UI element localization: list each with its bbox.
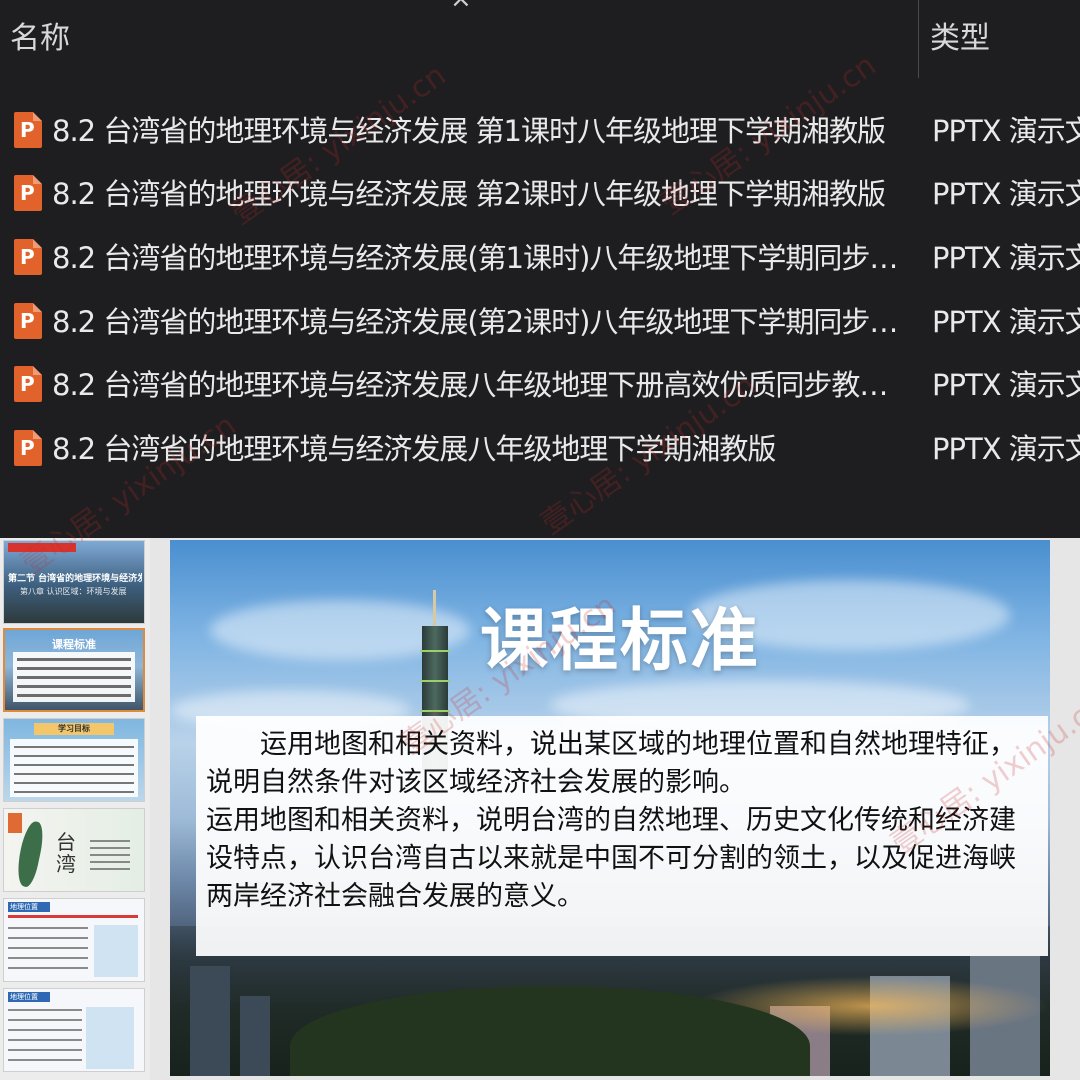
thumbnail-highlight [8,915,138,918]
pptx-file-icon: P [14,366,42,402]
file-type: PPTX 演示文稿 [932,305,1080,339]
presentation-editor: 第二节 台湾省的地理环境与经济发展 ① 第八章 认识区域：环境与发展 课程标准 … [0,538,1080,1080]
thumbnail-title: 第二节 台湾省的地理环境与经济发展 ① [8,574,142,584]
pptx-file-icon: P [14,303,42,339]
thumbnail-tag [8,543,76,552]
thumbnail-title: 课程标准 [52,638,96,651]
file-type: PPTX 演示文稿 [932,368,1080,402]
file-row[interactable]: P 8.2 台湾省的地理环境与经济发展八年级地理下册高效优质同步教学课件（湘教版… [0,358,1080,412]
file-type: PPTX 演示文稿 [932,432,1080,466]
column-header-name[interactable]: 名称 [10,14,70,64]
thumbnail-title: 地理位置 [8,992,50,1002]
file-name: 8.2 台湾省的地理环境与经济发展八年级地理下学期湘教版 [52,432,776,466]
slide-thumbnail-5[interactable]: 地理位置 [3,898,145,982]
thumbnail-text-block [90,835,130,870]
file-name: 8.2 台湾省的地理环境与经济发展(第2课时)八年级地理下学期同步巩固与新知教学… [52,305,902,339]
file-type: PPTX 演示文稿 [932,241,1080,275]
pptx-file-icon: P [14,175,42,211]
file-row[interactable]: P 8.2 台湾省的地理环境与经济发展(第2课时)八年级地理下学期同步巩固与新知… [0,295,1080,349]
pptx-file-icon: P [14,112,42,148]
slide-thumbnail-panel[interactable]: 第二节 台湾省的地理环境与经济发展 ① 第八章 认识区域：环境与发展 课程标准 … [0,538,150,1080]
thumbnail-title: 地理位置 [8,902,50,912]
thumbnail-text-block [10,739,138,797]
file-row[interactable]: P 8.2 台湾省的地理环境与经济发展 第2课时八年级地理下学期湘教版 PPTX… [0,167,1080,221]
slide-paragraph: 运用地图和相关资料，说出某区域的地理位置和自然地理特征，说明自然条件对该区域经济… [206,729,1016,798]
file-type: PPTX 演示文稿 [932,177,1080,211]
file-list-panel: × 名称 类型 P 8.2 台湾省的地理环境与经济发展 第1课时八年级地理下学期… [0,0,1080,538]
file-row[interactable]: P 8.2 台湾省的地理环境与经济发展八年级地理下学期湘教版 PPTX 演示文稿 [0,422,1080,476]
thumbnail-title: 学习目标 [34,723,114,735]
thumbnail-text-block [13,652,135,702]
thumbnail-title: 台湾 [56,830,76,876]
file-row[interactable]: P 8.2 台湾省的地理环境与经济发展(第1课时)八年级地理下学期同步巩固与新知… [0,231,1080,285]
slide-text-box[interactable]: 运用地图和相关资料，说出某区域的地理位置和自然地理特征，说明自然条件对该区域经济… [196,716,1048,956]
slide-canvas[interactable]: 课程标准 运用地图和相关资料，说出某区域的地理位置和自然地理特征，说明自然条件对… [170,540,1050,1076]
close-icon[interactable]: × [450,0,472,12]
slide-paragraph: 运用地图和相关资料，说明台湾的自然地理、历史文化传统和经济建设特点，认识台湾自古… [206,805,1016,912]
thumbnail-badge [8,813,22,833]
slide-thumbnail-1[interactable]: 第二节 台湾省的地理环境与经济发展 ① 第八章 认识区域：环境与发展 [3,540,145,624]
column-divider[interactable] [918,0,919,78]
file-name: 8.2 台湾省的地理环境与经济发展 第1课时八年级地理下学期湘教版 [52,114,886,148]
pptx-file-icon: P [14,430,42,466]
slide-thumbnail-4[interactable]: 台湾 [3,808,145,892]
thumbnail-map [86,1007,134,1069]
slide-thumbnail-3[interactable]: 学习目标 [3,718,145,802]
slide-thumbnail-6[interactable]: 地理位置 [3,988,145,1072]
file-type: PPTX 演示文稿 [932,114,1080,148]
file-name: 8.2 台湾省的地理环境与经济发展(第1课时)八年级地理下学期同步巩固与新知教学… [52,241,902,275]
file-name: 8.2 台湾省的地理环境与经济发展八年级地理下册高效优质同步教学课件（湘教版) [52,368,902,402]
slide-thumbnail-2[interactable]: 课程标准 [3,628,145,712]
thumbnail-map [94,925,138,977]
file-row[interactable]: P 8.2 台湾省的地理环境与经济发展 第1课时八年级地理下学期湘教版 PPTX… [0,104,1080,158]
slide-title[interactable]: 课程标准 [480,602,760,682]
file-name: 8.2 台湾省的地理环境与经济发展 第2课时八年级地理下学期湘教版 [52,177,886,211]
thumbnail-subtitle: 第八章 认识区域：环境与发展 [20,587,127,596]
pptx-file-icon: P [14,239,42,275]
column-header-type[interactable]: 类型 [930,14,990,64]
